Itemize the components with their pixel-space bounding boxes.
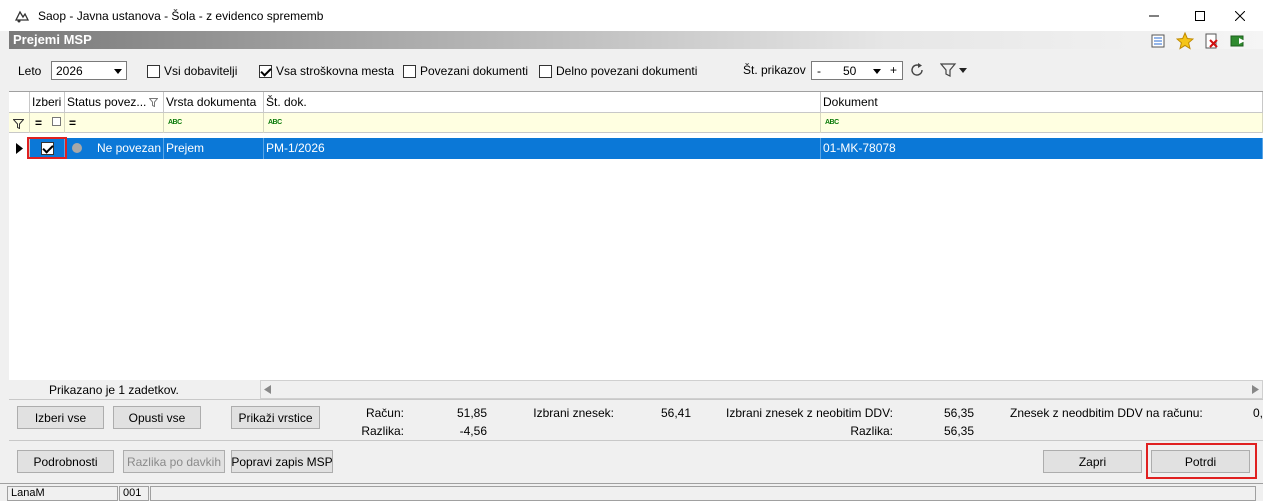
count-plus-button[interactable]: + — [890, 63, 897, 77]
year-label: Leto — [18, 64, 42, 78]
year-value: 2026 — [56, 64, 83, 78]
scroll-left-icon[interactable] — [264, 385, 271, 394]
scroll-right-icon[interactable] — [1252, 385, 1259, 394]
status-user: LanaM — [7, 486, 118, 501]
selected-ddv-value: 56,35 — [943, 406, 974, 420]
filter-checkbox[interactable] — [52, 117, 61, 126]
record-count: Prikazano je 1 zadetkov. — [49, 383, 179, 397]
selected-amount-label: Izbrani znesek: — [533, 406, 614, 420]
form-header: Prejemi MSP — [9, 31, 1263, 49]
status-message — [150, 486, 1256, 501]
status-dot-icon — [72, 143, 82, 153]
highlight-frame — [1146, 443, 1257, 479]
minimize-icon — [1149, 15, 1159, 16]
chevron-down-icon[interactable] — [873, 69, 881, 74]
selected-amount-value: 56,41 — [660, 406, 691, 420]
count-value[interactable]: 50 — [843, 64, 856, 78]
horizontal-scrollbar[interactable] — [260, 380, 1263, 399]
all-cost-centers-checkbox[interactable] — [259, 65, 272, 78]
maximize-icon — [1195, 10, 1205, 21]
invoice-ddv-value: 0, — [1252, 406, 1263, 420]
column-filter-icon[interactable] — [149, 98, 158, 107]
invoice-ddv-label: Znesek z neodbitim DDV na računu: — [1010, 406, 1203, 420]
partially-linked-label: Delno povezani dokumenti — [556, 64, 698, 78]
delete-document-icon[interactable] — [1203, 32, 1221, 50]
deselect-all-button[interactable]: Opusti vse — [113, 406, 201, 429]
linked-documents-label: Povezani dokumenti — [420, 64, 529, 78]
filter-row-indicator — [9, 113, 30, 133]
row-pointer-icon — [16, 143, 23, 154]
filter-row-icon — [13, 119, 24, 129]
linked-documents-checkbox[interactable] — [403, 65, 416, 78]
grid-footer: Prikazano je 1 zadetkov. — [9, 380, 1263, 399]
row-status: Ne povezan — [96, 141, 161, 155]
filter-cell-select[interactable]: = — [30, 113, 65, 133]
window-title: Saop - Javna ustanova - Šola - z evidenc… — [38, 9, 324, 23]
form-title: Prejemi MSP — [13, 32, 92, 47]
close-window-button[interactable] — [1217, 0, 1263, 31]
invoice-label: Račun: — [365, 406, 404, 420]
filter-cell-doc-no[interactable]: ABC — [264, 113, 821, 133]
list-settings-icon[interactable] — [1150, 32, 1168, 50]
filter-icon[interactable] — [940, 62, 970, 78]
equals-operator-icon[interactable]: = — [35, 116, 42, 130]
close-icon — [1235, 10, 1245, 21]
count-minus-button[interactable]: - — [817, 64, 821, 78]
column-header-document[interactable]: Dokument — [821, 92, 1263, 113]
year-select[interactable]: 2026 — [51, 61, 127, 80]
column-header-status[interactable]: Status povez... — [65, 92, 164, 113]
abc-text-filter-icon: ABC — [168, 119, 182, 126]
row-status-cell: Ne povezan — [65, 138, 164, 159]
column-header-type[interactable]: Vrsta dokumenta — [164, 92, 264, 113]
table-row[interactable]: Ne povezan Prejem PM-1/2026 01-MK-78078 — [9, 138, 1263, 159]
row-indicator-header — [9, 92, 30, 113]
close-button[interactable]: Zapri — [1043, 450, 1142, 473]
column-header-select[interactable]: Izberi — [30, 92, 65, 113]
highlight-frame — [27, 137, 67, 159]
count-stepper: - 50 + — [811, 61, 903, 80]
select-all-button[interactable]: Izberi vse — [17, 406, 104, 429]
app-logo-icon — [14, 10, 30, 23]
divider — [9, 399, 1263, 400]
show-lines-button[interactable]: Prikaži vrstice — [231, 406, 320, 429]
count-label: Št. prikazov — [743, 63, 806, 77]
invoice-value: 51,85 — [456, 406, 487, 420]
all-cost-centers-label: Vsa stroškovna mesta — [276, 64, 395, 78]
tax-difference-button[interactable]: Razlika po davkih — [123, 450, 225, 473]
selected-ddv-label: Izbrani znesek z neobitim DDV: — [726, 406, 893, 420]
equals-operator-icon[interactable]: = — [69, 116, 76, 130]
fix-msp-record-button[interactable]: Popravi zapis MSP — [231, 450, 333, 473]
grid-filter-row: = = ABC ABC ABC — [9, 113, 1263, 133]
all-suppliers-label: Vsi dobavitelji — [164, 64, 238, 78]
filter-cell-type[interactable]: ABC — [164, 113, 264, 133]
difference2-value: 56,35 — [943, 424, 974, 438]
main-window: Saop - Javna ustanova - Šola - z evidenc… — [0, 0, 1263, 501]
difference2-label: Razlika: — [850, 424, 893, 438]
filter-cell-status[interactable]: = — [65, 113, 164, 133]
filter-cell-document[interactable]: ABC — [821, 113, 1263, 133]
abc-text-filter-icon: ABC — [268, 119, 282, 126]
all-suppliers-checkbox[interactable] — [147, 65, 160, 78]
abc-text-filter-icon: ABC — [825, 119, 839, 126]
difference-label: Razlika: — [361, 424, 404, 438]
row-doc-no-cell: PM-1/2026 — [264, 138, 821, 159]
exit-icon[interactable] — [1229, 32, 1247, 50]
column-header-doc-no[interactable]: Št. dok. — [264, 92, 821, 113]
details-button[interactable]: Podrobnosti — [17, 450, 114, 473]
column-header-status-label: Status povez... — [67, 95, 147, 109]
favorite-star-icon[interactable] — [1176, 32, 1194, 50]
row-document-cell: 01-MK-78078 — [821, 138, 1263, 159]
refresh-icon[interactable] — [909, 62, 925, 78]
status-code: 001 — [119, 486, 149, 501]
difference-value: -4,56 — [459, 424, 487, 438]
divider — [9, 440, 1263, 441]
chevron-down-icon — [114, 69, 122, 74]
partially-linked-checkbox[interactable] — [539, 65, 552, 78]
documents-grid: Izberi Status povez... Vrsta dokumenta Š… — [9, 91, 1263, 380]
row-type-cell: Prejem — [164, 138, 264, 159]
status-bar: LanaM 001 — [0, 483, 1263, 501]
minimize-button[interactable] — [1131, 0, 1177, 31]
title-bar: Saop - Javna ustanova - Šola - z evidenc… — [0, 0, 1263, 31]
